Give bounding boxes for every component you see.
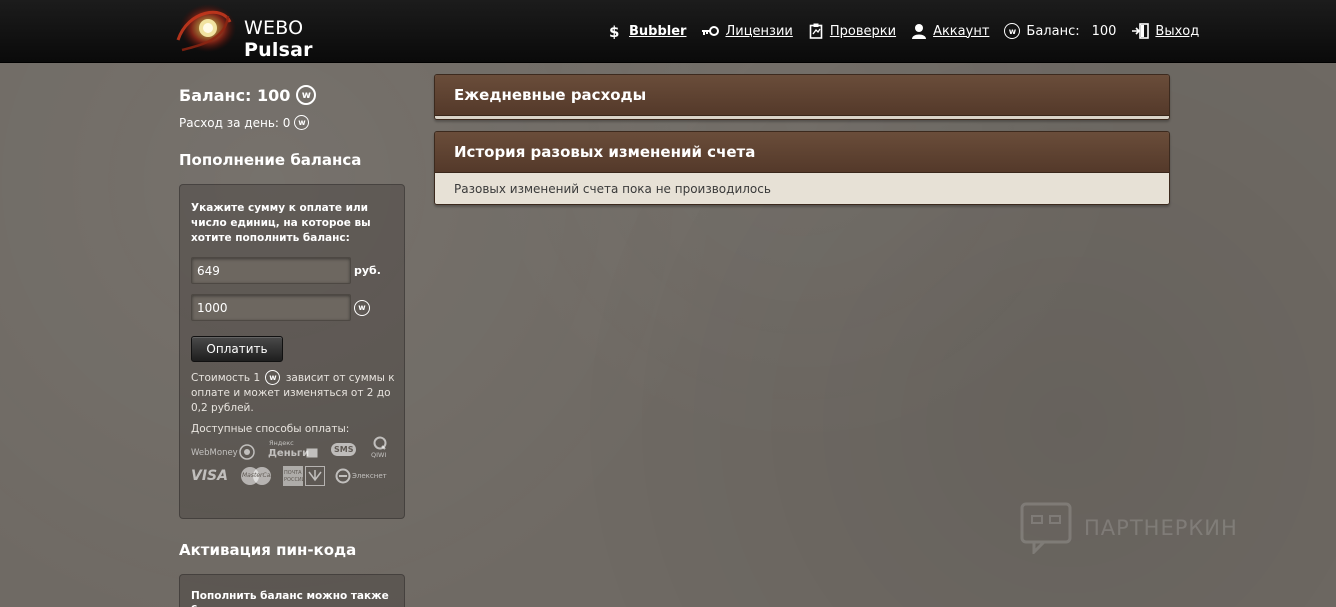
eagle-icon (305, 466, 325, 486)
balance-summary: Баланс: 100 w (179, 84, 405, 106)
pulsar-logo-icon (176, 4, 236, 52)
sms-logo: SMS (331, 443, 357, 456)
user-icon (911, 23, 927, 39)
nav-item-account[interactable]: Аккаунт (911, 23, 989, 39)
daily-spend: Расход за день: 0 w (179, 114, 405, 131)
nav-item-licenses[interactable]: Лицензии (701, 23, 793, 39)
eleksnet-logo: Элекснет (352, 472, 387, 480)
watermark-text: ПАРТНЕРКИН (1084, 515, 1238, 540)
yandex-money-logo: Деньги (268, 448, 310, 459)
nav-link-checks[interactable]: Проверки (830, 24, 896, 39)
rub-amount-input[interactable] (191, 257, 351, 284)
daily-expenses-panel: Ежедневные расходы (434, 74, 1170, 120)
exit-icon (1131, 23, 1150, 39)
topup-title: Пополнение баланса (179, 151, 362, 169)
pin-activation-box: Пополнить баланс можно также с (179, 574, 405, 607)
sidebar: Баланс: 100 w Расход за день: 0 w Пополн… (179, 84, 405, 607)
history-empty-message: Разовых изменений счета пока не производ… (435, 173, 1169, 204)
watermark: ПАРТНЕРКИН (1020, 500, 1290, 555)
rub-field-row: руб. (191, 257, 394, 284)
russian-post-label-bottom: РОССИИ (284, 477, 306, 483)
topup-box: Укажите сумму к оплате или число единиц,… (179, 184, 405, 519)
daily-spend-label: Расход за день: 0 (179, 115, 291, 130)
pay-button[interactable]: Оплатить (191, 336, 283, 362)
payment-methods: WebMoney Яндекс Деньги SMS QIWI VISA Mas… (191, 436, 397, 497)
key-icon (701, 23, 720, 39)
logo-text: WEBO Pulsar (244, 17, 378, 61)
history-header[interactable]: История разовых изменений счета (435, 132, 1169, 173)
nav-item-bubbler[interactable]: $ Bubbler (607, 23, 686, 39)
pin-description: Пополнить баланс можно также с (191, 590, 389, 607)
history-panel: История разовых изменений счета Разовых … (434, 131, 1170, 205)
webmoney-logo: WebMoney (191, 448, 238, 458)
payment-methods-label: Доступные способы оплаты: (191, 423, 350, 435)
units-amount-input[interactable] (191, 294, 351, 321)
nav-item-checks[interactable]: Проверки (808, 23, 896, 39)
webo-coin-icon: w (354, 299, 370, 316)
webo-coin-icon: w (294, 115, 310, 130)
qiwi-logo: QIWI (371, 451, 387, 459)
top-nav: $ Bubbler Лицензии Проверки Аккаунт w Ба… (607, 20, 1199, 42)
units-field-row: w (191, 294, 394, 321)
yandex-money-logo-top: Яндекс (269, 439, 294, 447)
webo-coin-icon: w (296, 85, 317, 105)
russian-post-label-top: ПОЧТА (284, 470, 302, 476)
clipboard-icon (808, 23, 824, 39)
nav-link-account[interactable]: Аккаунт (933, 24, 989, 39)
daily-expenses-header[interactable]: Ежедневные расходы (435, 75, 1169, 116)
webo-coin-icon: w (1004, 23, 1021, 39)
pin-activation-title: Активация пин-кода (179, 541, 357, 559)
nav-balance-label: Баланс: (1026, 23, 1080, 39)
nav-item-balance: w Баланс: 100 (1004, 23, 1116, 39)
daily-expenses-footer (435, 116, 1169, 119)
nav-link-licenses[interactable]: Лицензии (725, 24, 792, 39)
russian-post-logo (283, 466, 303, 486)
visa-logo: VISA (191, 468, 228, 484)
nav-link-bubbler[interactable]: Bubbler (629, 24, 686, 39)
svg-text:$: $ (609, 23, 619, 39)
nav-item-logout[interactable]: Выход (1131, 23, 1199, 39)
logo[interactable]: WEBO Pulsar (168, 0, 378, 63)
rub-unit: руб. (354, 264, 381, 277)
watermark-icon (1020, 502, 1072, 554)
wallet-icon (306, 448, 318, 458)
qiwi-icon (373, 436, 387, 450)
cost-note: Стоимость 1 w зависит от суммы к оплате … (191, 369, 397, 416)
webmoney-icon (239, 444, 255, 460)
cost-note-start: Стоимость 1 (191, 372, 261, 384)
nav-link-logout[interactable]: Выход (1155, 24, 1199, 39)
eleksnet-icon (335, 468, 351, 484)
dollar-icon: $ (607, 23, 623, 39)
logo-product: Pulsar (244, 39, 313, 61)
balance-label: Баланс: 100 (179, 85, 291, 105)
coin-glyph: w (1004, 23, 1021, 39)
mastercard-label: MasterCard (242, 472, 277, 479)
topup-description: Укажите сумму к оплате или число единиц,… (191, 202, 371, 244)
nav-balance-value: 100 (1091, 23, 1117, 39)
top-bar: WEBO Pulsar $ Bubbler Лицензии Проверки (0, 0, 1336, 63)
webo-coin-icon: w (265, 369, 281, 385)
logo-brand: WEBO (244, 17, 304, 39)
